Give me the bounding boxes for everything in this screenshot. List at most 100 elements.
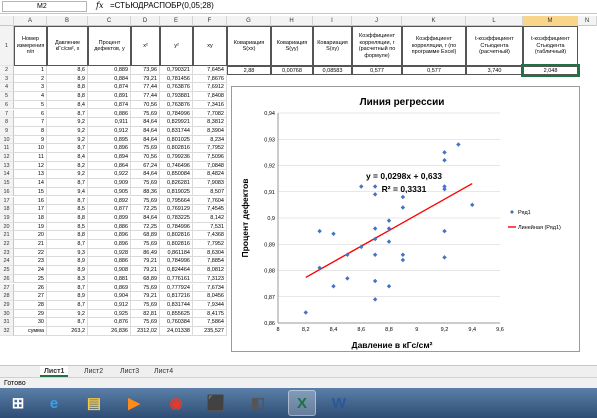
table-cell[interactable]: 82,81 <box>131 309 160 319</box>
column-header-g[interactable]: G <box>227 16 271 26</box>
row-header[interactable]: 29 <box>0 300 14 310</box>
sum-cell[interactable]: 24,01338 <box>160 327 193 336</box>
table-cell[interactable]: 75,69 <box>131 196 160 206</box>
table-cell[interactable]: 27 <box>14 292 47 301</box>
table-cell[interactable]: 0,819025 <box>160 187 193 197</box>
internet-explorer-icon[interactable]: e <box>40 390 68 416</box>
row-header[interactable]: 7 <box>0 109 14 119</box>
table-cell[interactable]: 0,886 <box>88 222 131 232</box>
sheet-tab-3[interactable]: Лист3 <box>116 366 143 377</box>
table-cell[interactable]: 0,911 <box>88 118 131 127</box>
table-cell[interactable]: 0,784996 <box>160 109 193 119</box>
table-cell[interactable]: 0,869 <box>88 283 131 293</box>
table-cell[interactable]: 0,763876 <box>160 83 193 93</box>
table-cell[interactable]: 8,9 <box>47 292 88 301</box>
regression-chart[interactable]: Линия регрессии 0,86 0,87 0,88 0,89 0,9 0,91 0,… <box>231 86 580 352</box>
stat-cell-h[interactable]: 0,00768 <box>271 66 313 75</box>
table-cell[interactable]: 0,831744 <box>160 126 193 136</box>
table-cell[interactable]: 75,69 <box>131 283 160 293</box>
table-cell[interactable]: 0,850084 <box>160 170 193 180</box>
table-cell[interactable]: 0,777924 <box>160 283 193 293</box>
row-header[interactable]: 8 <box>0 118 14 127</box>
app-icon[interactable]: ◧ <box>244 390 272 416</box>
table-cell[interactable]: 15 <box>14 187 47 197</box>
table-cell[interactable]: 0,912 <box>88 126 131 136</box>
table-cell[interactable]: 8,507 <box>193 187 227 197</box>
table-cell[interactable]: 8,6304 <box>193 248 227 258</box>
table-cell[interactable]: 9,2 <box>47 118 88 127</box>
table-cell[interactable]: 9,2 <box>47 126 88 136</box>
table-cell[interactable]: 84,64 <box>131 126 160 136</box>
table-cell[interactable]: 0,799236 <box>160 153 193 162</box>
table-cell[interactable]: 24 <box>14 266 47 275</box>
row-header[interactable]: 26 <box>0 274 14 284</box>
stat-cell-m[interactable]: 2,048 <box>521 64 580 77</box>
table-cell[interactable]: 0,909 <box>88 179 131 188</box>
header-cell-b[interactable]: Давление кГс/см², x <box>47 26 88 66</box>
table-cell[interactable]: 10 <box>14 144 47 153</box>
table-cell[interactable]: 8,5 <box>47 205 88 214</box>
row-header[interactable]: 31 <box>0 318 14 327</box>
table-cell[interactable]: 8,7 <box>47 109 88 119</box>
table-cell[interactable]: 8,7 <box>47 144 88 153</box>
table-cell[interactable]: 7 <box>14 118 47 127</box>
name-box[interactable]: M2 <box>2 1 87 12</box>
header-cell-i[interactable]: Ковариация S(xy) <box>313 26 352 66</box>
table-cell[interactable]: 0,763876 <box>160 100 193 110</box>
table-cell[interactable]: 0,899 <box>88 213 131 223</box>
table-cell[interactable]: 8,0812 <box>193 266 227 275</box>
table-cell[interactable]: 8,4 <box>47 153 88 162</box>
stat-cell-k[interactable]: 0,577 <box>402 66 466 75</box>
table-cell[interactable]: 7,0848 <box>193 161 227 171</box>
table-cell[interactable]: 3 <box>14 83 47 93</box>
select-all-corner[interactable] <box>0 16 14 26</box>
table-cell[interactable]: 0,876 <box>88 318 131 327</box>
table-cell[interactable]: 8,4824 <box>193 170 227 180</box>
row-header[interactable]: 10 <box>0 135 14 145</box>
table-cell[interactable]: 79,21 <box>131 257 160 267</box>
stat-cell-g[interactable]: 2,88 <box>227 66 271 75</box>
table-cell[interactable]: 11 <box>14 153 47 162</box>
column-header-c[interactable]: C <box>88 16 131 26</box>
table-cell[interactable]: 23 <box>14 257 47 267</box>
table-cell[interactable]: 0,894 <box>88 153 131 162</box>
header-cell-k[interactable]: Коэффициент корреляции, r (по программе … <box>402 26 466 66</box>
table-cell[interactable]: 0,886 <box>88 109 131 119</box>
row-header[interactable]: 23 <box>0 248 14 258</box>
table-cell[interactable]: 0,781456 <box>160 74 193 84</box>
table-cell[interactable]: 75,69 <box>131 109 160 119</box>
table-cell[interactable]: 0,905 <box>88 187 131 197</box>
table-cell[interactable]: 8,0456 <box>193 292 227 301</box>
row-header[interactable]: 18 <box>0 205 14 214</box>
table-cell[interactable]: 8,3 <box>47 274 88 284</box>
table-cell[interactable]: 9,2 <box>47 170 88 180</box>
table-cell[interactable]: 7,8408 <box>193 92 227 101</box>
sum-cell[interactable]: 26,836 <box>88 327 131 336</box>
formula-input[interactable]: =СТЬЮДРАСПОБР(0,05;28) <box>110 1 214 10</box>
table-cell[interactable]: 8,8 <box>47 231 88 240</box>
sum-cell[interactable]: 263,2 <box>47 327 88 336</box>
fx-icon[interactable]: fx <box>96 1 103 10</box>
row-header[interactable]: 4 <box>0 83 14 93</box>
row-header[interactable]: 24 <box>0 257 14 267</box>
table-cell[interactable]: 7,3123 <box>193 274 227 284</box>
table-cell[interactable]: 0,817216 <box>160 292 193 301</box>
table-cell[interactable]: 77,44 <box>131 92 160 101</box>
table-cell[interactable]: 0,760384 <box>160 318 193 327</box>
column-header-n[interactable]: N <box>578 16 597 26</box>
table-cell[interactable]: 7,8854 <box>193 257 227 267</box>
table-cell[interactable]: 29 <box>14 309 47 319</box>
table-cell[interactable]: 0,881 <box>88 274 131 284</box>
table-cell[interactable]: 8,9 <box>47 266 88 275</box>
row-header[interactable]: 32 <box>0 327 14 336</box>
table-cell[interactable]: 0,824464 <box>160 266 193 275</box>
table-cell[interactable]: 0,784996 <box>160 257 193 267</box>
table-cell[interactable]: 0,790321 <box>160 66 193 75</box>
table-cell[interactable]: 7,8676 <box>193 74 227 84</box>
row-header[interactable]: 15 <box>0 179 14 188</box>
table-cell[interactable]: 0,892 <box>88 196 131 206</box>
header-cell-a[interactable]: Номер измерения п/п <box>14 26 47 66</box>
sum-cell[interactable]: 2312,02 <box>131 327 160 336</box>
table-cell[interactable]: 9 <box>14 135 47 145</box>
header-cell-l[interactable]: t-коэффициент Стьюдента (расчетный) <box>466 26 523 66</box>
